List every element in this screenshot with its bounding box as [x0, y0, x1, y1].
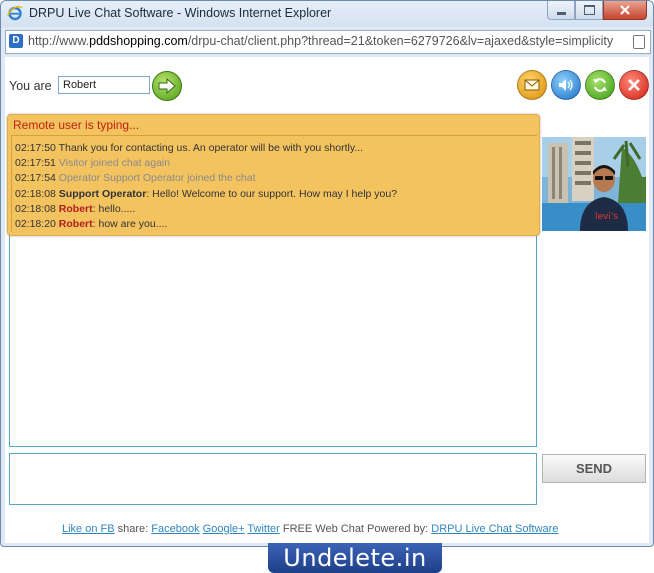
arrow-right-icon: [158, 78, 176, 94]
speaker-icon: [559, 79, 573, 91]
message-row: 02:17:51 Visitor joined chat again: [15, 157, 170, 169]
message-sender: Support Operator: [58, 188, 147, 200]
minimize-button[interactable]: [547, 1, 575, 20]
maximize-button[interactable]: [575, 1, 603, 20]
message-text: : Hello! Welcome to our support. How may…: [146, 188, 398, 200]
message-time: 02:18:20: [15, 218, 56, 230]
sound-toggle-button[interactable]: [551, 70, 581, 100]
maximize-icon: [583, 5, 595, 15]
address-bar[interactable]: D http://www.pddshopping.com/drpu-chat/c…: [5, 30, 651, 54]
close-window-button[interactable]: [603, 1, 647, 20]
minimize-icon: [556, 11, 566, 15]
share-label: share:: [114, 523, 152, 535]
title-bar: DRPU Live Chat Software - Windows Intern…: [1, 1, 653, 27]
chat-messages-panel: Remote user is typing... 02:17:50 Thank …: [7, 114, 540, 236]
svg-text:levi's: levi's: [595, 212, 618, 222]
internet-explorer-icon: [7, 6, 23, 21]
message-time: 02:17:54: [15, 172, 56, 184]
window-title: DRPU Live Chat Software - Windows Intern…: [29, 6, 332, 20]
message-row: 02:17:50 Thank you for contacting us. An…: [15, 142, 363, 154]
message-sender: Robert: [58, 218, 93, 230]
message-time: 02:18:08: [15, 188, 56, 200]
url-text[interactable]: http://www.pddshopping.com/drpu-chat/cli…: [28, 34, 613, 48]
compatibility-view-icon[interactable]: [633, 35, 645, 49]
typing-status: Remote user is typing...: [13, 118, 140, 132]
drpu-live-chat-link[interactable]: DRPU Live Chat Software: [431, 523, 558, 535]
url-prefix: http://www.: [28, 34, 90, 48]
page-favicon-icon: D: [9, 34, 23, 48]
powered-by-text: FREE Web Chat Powered by:: [279, 523, 432, 535]
message-row: 02:18:08 Support Operator: Hello! Welcom…: [15, 188, 397, 200]
message-text: Thank you for contacting us. An operator…: [58, 142, 364, 154]
facebook-link[interactable]: Facebook: [151, 523, 199, 535]
message-text: : hello.....: [92, 203, 136, 215]
chat-page: You are Remote user is typing... 02:17:5…: [5, 57, 649, 543]
twitter-link[interactable]: Twitter: [247, 523, 279, 535]
message-time: 02:17:51: [15, 157, 56, 169]
message-text: : how are you....: [92, 218, 168, 230]
email-transcript-button[interactable]: [517, 70, 547, 100]
message-list: 02:17:50 Thank you for contacting us. An…: [11, 135, 537, 232]
message-time: 02:18:08: [15, 203, 56, 215]
message-row: 02:18:20 Robert: how are you....: [15, 218, 167, 230]
operator-avatar: levi's: [542, 137, 646, 231]
message-row: 02:17:54 Operator Support Operator joine…: [15, 172, 256, 184]
url-path: /drpu-chat/client.php?thread=21&token=62…: [187, 34, 614, 48]
footer-links: Like on FB share: Facebook Google+ Twitt…: [62, 523, 558, 535]
close-icon: [628, 79, 640, 91]
close-icon: [620, 5, 630, 15]
change-name-button[interactable]: [152, 71, 182, 101]
send-button[interactable]: SEND: [542, 454, 646, 483]
url-domain: pddshopping.com: [89, 34, 188, 48]
message-input[interactable]: [9, 453, 537, 505]
watermark-logo: Undelete.in: [268, 543, 442, 573]
browser-window: DRPU Live Chat Software - Windows Intern…: [0, 0, 654, 547]
name-input[interactable]: [58, 76, 150, 94]
message-time: 02:17:50: [15, 142, 56, 154]
mail-icon: [524, 79, 540, 91]
message-text: Visitor joined chat again: [58, 157, 171, 169]
refresh-icon: [593, 78, 607, 92]
google-plus-link[interactable]: Google+: [203, 523, 245, 535]
close-chat-button[interactable]: [619, 70, 649, 100]
refresh-button[interactable]: [585, 70, 615, 100]
like-on-fb-link[interactable]: Like on FB: [62, 523, 115, 535]
message-row: 02:18:08 Robert: hello.....: [15, 203, 135, 215]
window-controls: [547, 1, 647, 21]
message-text: Operator Support Operator joined the cha…: [58, 172, 256, 184]
you-are-label: You are: [9, 79, 52, 93]
message-sender: Robert: [58, 203, 93, 215]
